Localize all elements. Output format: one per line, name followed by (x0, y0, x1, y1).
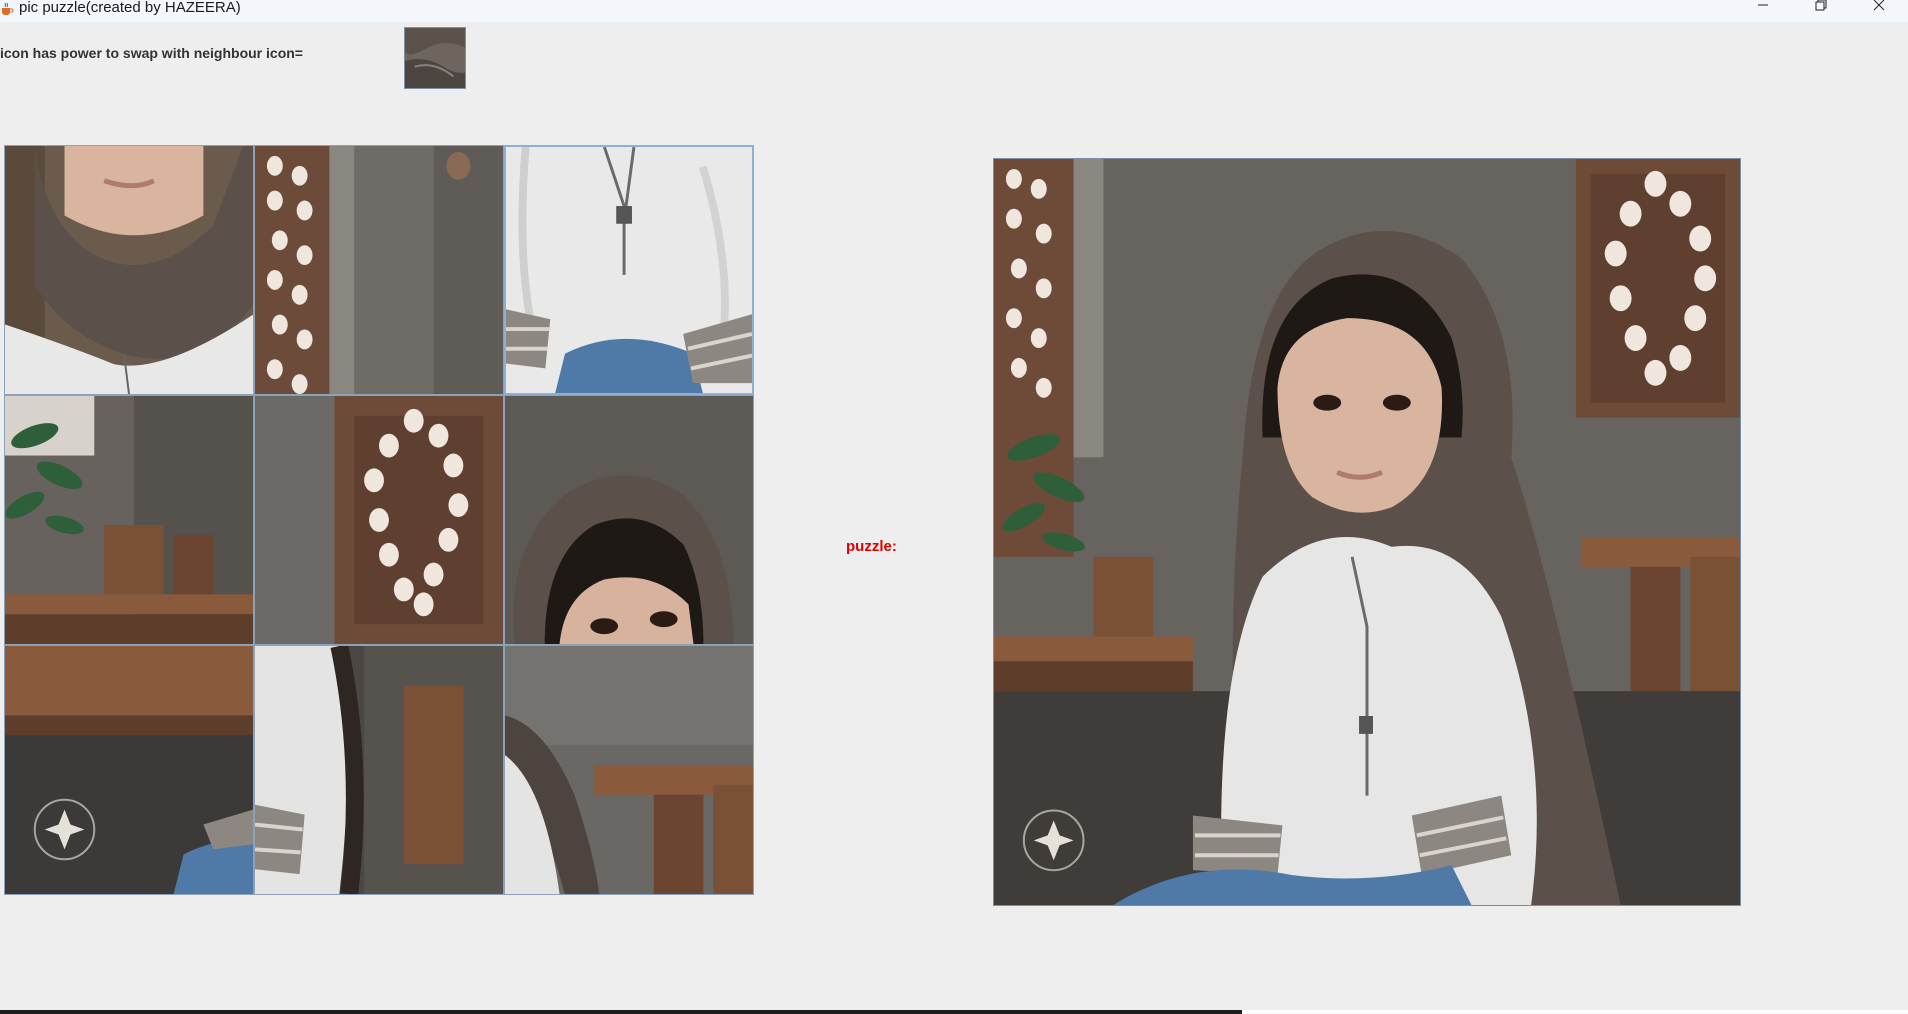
puzzle-tile[interactable] (4, 145, 254, 395)
puzzle-tile[interactable] (4, 645, 254, 895)
java-coffee-cup-icon (0, 2, 14, 16)
minimize-button[interactable] (1734, 0, 1792, 14)
puzzle-label: puzzle: (846, 538, 897, 555)
tile-image (255, 146, 503, 394)
puzzle-tile[interactable] (254, 395, 504, 645)
puzzle-tile[interactable] (4, 395, 254, 645)
close-button[interactable] (1850, 0, 1908, 14)
hint-label: icon has power to swap with neighbour ic… (0, 45, 303, 61)
tile-image (505, 646, 753, 894)
window-title: pic puzzle(created by HAZEERA) (19, 0, 241, 16)
puzzle-tile[interactable] (254, 145, 504, 395)
tile-image (5, 396, 253, 644)
puzzle-tile-selected[interactable] (504, 145, 754, 395)
window-bottom-edge-highlight (1242, 1010, 1908, 1014)
tile-image (255, 396, 503, 644)
tile-image (506, 147, 752, 393)
close-icon (1873, 0, 1885, 16)
minimize-icon (1757, 0, 1769, 16)
puzzle-grid (4, 145, 754, 895)
hint-tile-image (404, 27, 466, 89)
puzzle-tile[interactable] (504, 645, 754, 895)
tile-image (5, 146, 253, 394)
completed-puzzle-image (993, 158, 1741, 906)
puzzle-tile[interactable] (504, 395, 754, 645)
tile-image (5, 646, 253, 894)
tile-image (255, 646, 503, 894)
app-window: pic puzzle(created by HAZEERA) icon has … (0, 0, 1908, 1014)
restore-icon (1815, 0, 1827, 16)
title-bar[interactable]: pic puzzle(created by HAZEERA) (0, 0, 1908, 22)
maximize-button[interactable] (1792, 0, 1850, 14)
puzzle-tile[interactable] (254, 645, 504, 895)
tile-image (505, 396, 753, 644)
